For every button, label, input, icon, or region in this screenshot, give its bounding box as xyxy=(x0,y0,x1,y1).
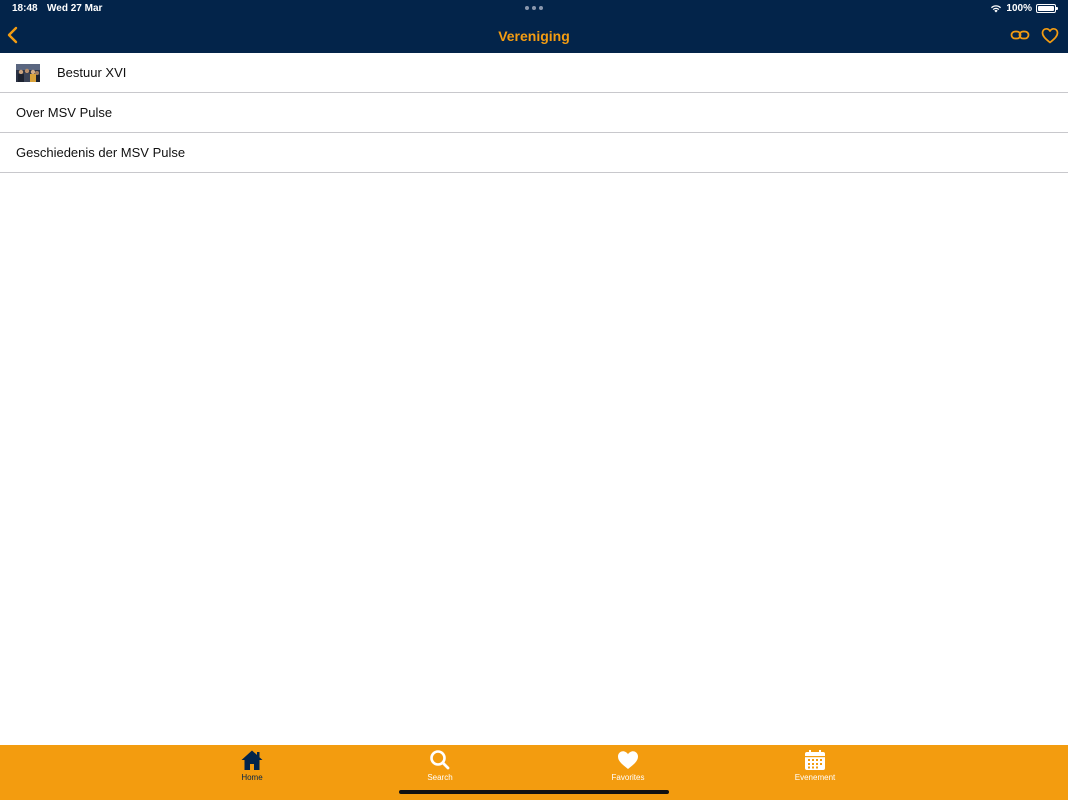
search-icon xyxy=(430,750,450,770)
list-item-label: Bestuur XVI xyxy=(57,65,127,80)
navigation-bar: Vereniging xyxy=(0,18,1068,53)
heart-icon xyxy=(618,751,638,769)
tab-search[interactable]: Search xyxy=(400,749,480,782)
top-bar: 18:48 Wed 27 Mar 100% Vereniging xyxy=(0,0,1068,53)
tab-label: Home xyxy=(241,773,263,782)
tab-label: Favorites xyxy=(611,773,645,782)
tab-favorites[interactable]: Favorites xyxy=(588,749,668,782)
list-item-label: Over MSV Pulse xyxy=(16,105,113,120)
bestuur-thumbnail-image xyxy=(16,63,40,82)
list-item-label: Geschiedenis der MSV Pulse xyxy=(16,145,186,160)
multitasking-dots-icon[interactable] xyxy=(525,6,543,10)
tab-evenement[interactable]: Evenement xyxy=(775,749,855,782)
tab-label: Evenement xyxy=(794,773,836,782)
menu-list: Bestuur XVI Over MSV Pulse Geschiedenis … xyxy=(0,53,1068,173)
home-indicator[interactable] xyxy=(399,790,669,794)
tab-label: Search xyxy=(427,773,453,782)
wifi-icon xyxy=(991,5,1002,13)
home-icon xyxy=(241,750,263,770)
list-item-bestuur[interactable]: Bestuur XVI xyxy=(0,53,1068,93)
status-bar: 18:48 Wed 27 Mar 100% xyxy=(0,0,1068,18)
list-item-over[interactable]: Over MSV Pulse xyxy=(0,93,1068,133)
tab-home[interactable]: Home xyxy=(212,749,292,782)
page-title: Vereniging xyxy=(498,28,570,44)
battery-icon xyxy=(1036,4,1058,13)
link-icon[interactable] xyxy=(1010,27,1030,43)
status-right: 100% xyxy=(990,3,1058,14)
favorite-heart-icon[interactable] xyxy=(1041,27,1059,44)
status-date: Wed 27 Mar xyxy=(47,3,103,14)
battery-percentage: 100% xyxy=(1006,3,1032,14)
calendar-icon xyxy=(805,750,825,770)
status-time: 18:48 xyxy=(12,3,38,14)
list-item-geschiedenis[interactable]: Geschiedenis der MSV Pulse xyxy=(0,133,1068,173)
